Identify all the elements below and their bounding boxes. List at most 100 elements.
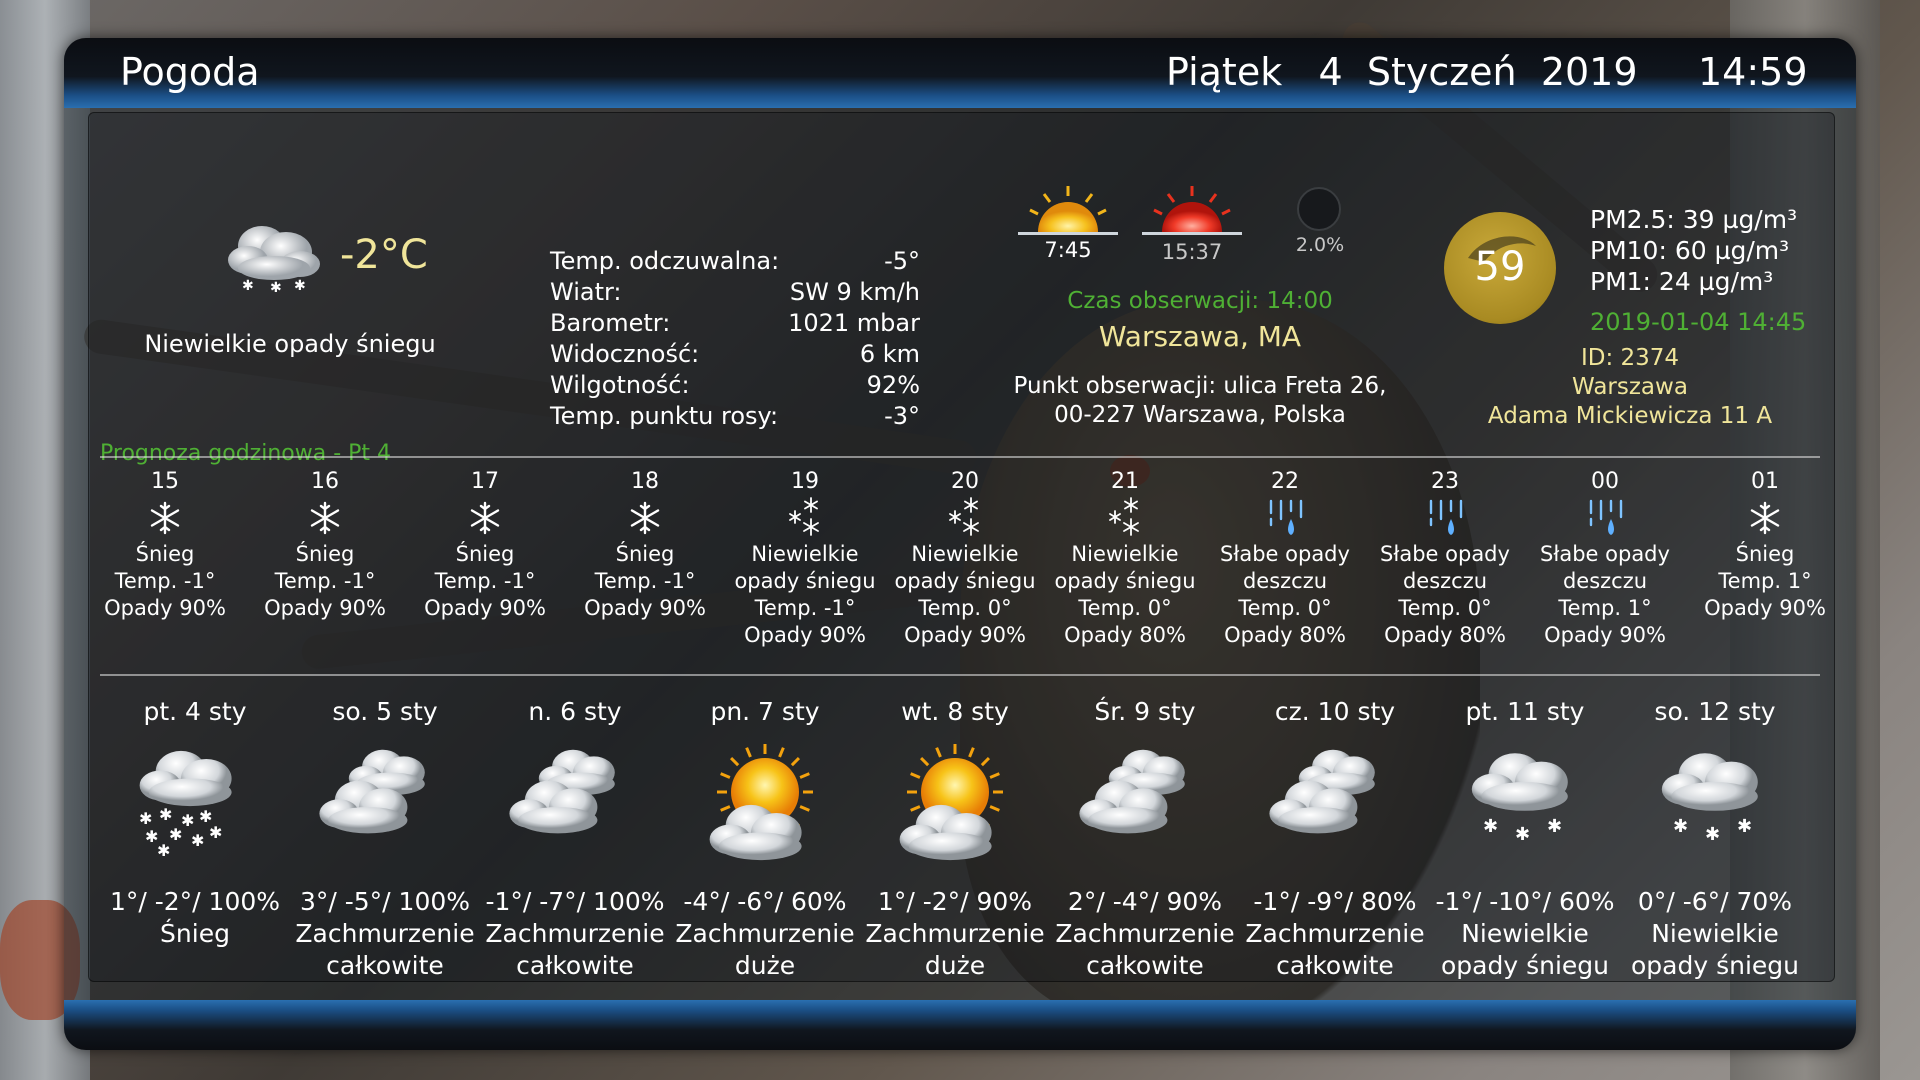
detail-value: 92% bbox=[866, 371, 920, 399]
hourly-forecast-title: Prognoza godzinowa - Pt 4 bbox=[100, 441, 392, 466]
svg-text:✱: ✱ bbox=[294, 278, 306, 294]
day-condition-detail: duże bbox=[734, 951, 796, 980]
hour-temperature: Temp. -1° bbox=[434, 569, 536, 593]
detail-value: 6 km bbox=[859, 340, 920, 368]
snow-cloud-icon: ✱ ✱ ✱ bbox=[222, 218, 326, 298]
svg-text:✱: ✱ bbox=[1515, 824, 1530, 845]
hour-temperature: Temp. -1° bbox=[594, 569, 696, 593]
partly-sunny-icon bbox=[670, 728, 860, 878]
svg-text:✱: ✱ bbox=[1547, 816, 1562, 837]
day-label: wt. 8 sty bbox=[901, 697, 1009, 726]
hour-temperature: Temp. -1° bbox=[114, 569, 216, 593]
day-condition: Zachmurzenie bbox=[675, 919, 855, 948]
hour-temperature: Temp. 1° bbox=[1558, 596, 1652, 620]
daily-item: pt. 11 sty ✱ ✱ ✱ -1°/ -10°/ 60% Niewielkie opa… bbox=[1430, 696, 1620, 982]
hour-precipitation: Opady 80% bbox=[1384, 623, 1506, 647]
light-snow-icon bbox=[1050, 495, 1200, 541]
overcast-icon bbox=[1240, 728, 1430, 878]
hour-label: 21 bbox=[1111, 469, 1139, 494]
svg-text:✱: ✱ bbox=[169, 825, 182, 844]
pm1-value: PM1: 24 µg/m³ bbox=[1590, 267, 1774, 296]
hourly-item: 18 Śnieg Temp. -1° Opady 90% bbox=[570, 468, 720, 622]
hour-precipitation: Opady 90% bbox=[424, 596, 546, 620]
hour-precipitation: Opady 90% bbox=[584, 596, 706, 620]
daily-item: so. 12 sty ✱ ✱ ✱ 0°/ -6°/ 70% Niewielkie opady… bbox=[1620, 696, 1810, 982]
day-label: n. 6 sty bbox=[528, 697, 622, 726]
day-temperatures: -1°/ -10°/ 60% bbox=[1435, 887, 1615, 916]
snow-cloud-icon: ✱ ✱ ✱ ✱ ✱ ✱ ✱ ✱ ✱ bbox=[100, 728, 290, 878]
snowflake-icon bbox=[250, 495, 400, 541]
hourly-item: 16 Śnieg Temp. -1° Opady 90% bbox=[250, 468, 400, 622]
svg-text:✱: ✱ bbox=[157, 841, 170, 860]
pm10-value: PM10: 60 µg/m³ bbox=[1590, 236, 1790, 265]
hour-condition: Śnieg bbox=[295, 542, 355, 566]
hour-precipitation: Opady 80% bbox=[1064, 623, 1186, 647]
station-city: Warszawa bbox=[1572, 374, 1688, 400]
detail-row: Wilgotność: 92% bbox=[550, 370, 920, 401]
day-condition-detail: opady śniegu bbox=[1440, 951, 1609, 980]
rain-icon bbox=[1530, 495, 1680, 541]
svg-text:✱: ✱ bbox=[1483, 816, 1498, 837]
hour-precipitation: Opady 90% bbox=[1544, 623, 1666, 647]
sunset-time: 15:37 bbox=[1161, 240, 1223, 264]
daily-item: Śr. 9 sty 2°/ -4°/ 90% Zachmurzenie całkowi… bbox=[1050, 696, 1240, 982]
header-clock: 14:59 bbox=[1698, 50, 1808, 94]
detail-row: Temp. odczuwalna: -5° bbox=[550, 246, 920, 277]
detail-value: -5° bbox=[884, 247, 920, 275]
rain-icon bbox=[1210, 495, 1360, 541]
overcast-icon bbox=[480, 728, 670, 878]
hour-precipitation: Opady 90% bbox=[104, 596, 226, 620]
divider bbox=[100, 456, 1820, 458]
aqi-updated: 2019-01-04 14:45 bbox=[1590, 308, 1807, 336]
detail-value: SW 9 km/h bbox=[789, 278, 920, 306]
day-label: cz. 10 sty bbox=[1274, 697, 1396, 726]
day-condition: Niewielkie bbox=[1461, 919, 1589, 948]
day-temperatures: 3°/ -5°/ 100% bbox=[299, 887, 471, 916]
svg-text:✱: ✱ bbox=[209, 823, 222, 842]
light-snow-cloud-icon: ✱ ✱ ✱ bbox=[1430, 728, 1620, 878]
hour-precipitation: Opady 90% bbox=[264, 596, 386, 620]
observation-point-line: Punkt obserwacji: ulica Freta 26, bbox=[1013, 373, 1387, 399]
hour-temperature: Temp. 1° bbox=[1718, 569, 1812, 593]
hour-condition: Śnieg bbox=[135, 542, 195, 566]
day-label: Śr. 9 sty bbox=[1094, 697, 1196, 726]
overcast-icon bbox=[290, 728, 480, 878]
hour-temperature: Temp. 0° bbox=[918, 596, 1012, 620]
hour-condition: Słabe opady deszczu bbox=[1540, 542, 1670, 593]
current-temperature: -2°C bbox=[340, 232, 428, 278]
hourly-item: 23 Słabe opady deszczu Temp. 0° Opady 80% bbox=[1370, 468, 1520, 649]
current-description: Niewielkie opady śniegu bbox=[144, 330, 436, 358]
day-temperatures: -4°/ -6°/ 60% bbox=[683, 887, 847, 916]
day-temperatures: -1°/ -9°/ 80% bbox=[1253, 887, 1417, 916]
aqi-station: ID: 2374 Warszawa Adama Mickiewicza 11 A bbox=[1440, 344, 1820, 431]
hour-label: 00 bbox=[1591, 469, 1619, 494]
hour-label: 22 bbox=[1271, 469, 1299, 494]
page-title: Pogoda bbox=[120, 50, 260, 94]
header-year: 2019 bbox=[1540, 50, 1638, 94]
detail-label: Wiatr: bbox=[550, 278, 622, 306]
station-address: Adama Mickiewicza 11 A bbox=[1487, 403, 1773, 429]
hour-temperature: Temp. 0° bbox=[1238, 596, 1332, 620]
day-label: so. 12 sty bbox=[1654, 697, 1776, 726]
observation-time: Czas obserwacji: 14:00 bbox=[1067, 288, 1333, 314]
hour-label: 15 bbox=[151, 469, 179, 494]
light-snow-icon bbox=[890, 495, 1040, 541]
hour-temperature: Temp. 0° bbox=[1078, 596, 1172, 620]
svg-text:✱: ✱ bbox=[181, 811, 194, 830]
detail-value: 1021 mbar bbox=[788, 309, 920, 337]
hour-condition: Niewielkie opady śniegu bbox=[734, 542, 876, 593]
hourly-item: 22 Słabe opady deszczu Temp. 0° Opady 80% bbox=[1210, 468, 1360, 649]
header-date: Piątek 4 Styczeń 2019 bbox=[1166, 50, 1638, 94]
day-condition: Śnieg bbox=[160, 919, 230, 948]
day-label: pt. 11 sty bbox=[1465, 697, 1585, 726]
day-condition: Zachmurzenie bbox=[1055, 919, 1235, 948]
detail-value: -3° bbox=[884, 402, 920, 430]
hour-precipitation: Opady 80% bbox=[1224, 623, 1346, 647]
daily-item: n. 6 sty -1°/ -7°/ 100% Zachmurzenie całkow… bbox=[480, 696, 670, 982]
snowflake-icon bbox=[1690, 495, 1840, 541]
daily-item: wt. 8 sty 1°/ -2°/ 90% Zachmurzenie duże bbox=[860, 696, 1050, 982]
hourly-item: 17 Śnieg Temp. -1° Opady 90% bbox=[410, 468, 560, 622]
detail-row: Barometr: 1021 mbar bbox=[550, 308, 920, 339]
pm-readings: PM2.5: 39 µg/m³ PM10: 60 µg/m³ PM1: 24 µ… bbox=[1590, 204, 1797, 297]
detail-label: Wilgotność: bbox=[550, 371, 690, 399]
